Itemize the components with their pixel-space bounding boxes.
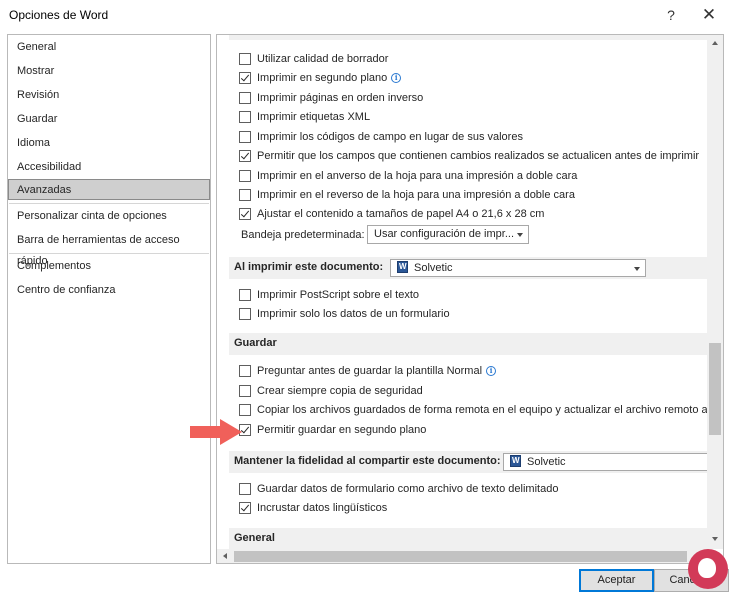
checkbox-label: Imprimir en el anverso de la hoja para u…: [257, 170, 578, 182]
scroll-up-icon[interactable]: [707, 35, 723, 51]
vertical-scrollbar[interactable]: [707, 35, 723, 549]
tray-dropdown[interactable]: Usar configuración de impr...: [367, 225, 529, 244]
section-title: General: [234, 532, 275, 544]
section-title: Al imprimir este documento:: [234, 261, 384, 273]
checkbox[interactable]: [239, 53, 251, 65]
scroll-down-icon[interactable]: [707, 531, 723, 547]
checkbox[interactable]: [239, 483, 251, 495]
checkbox-label: Incrustar datos lingüísticos: [257, 502, 388, 514]
sidebar-item-avanzadas[interactable]: Avanzadas: [8, 179, 210, 200]
sidebar-item-revision[interactable]: Revisión: [9, 85, 209, 106]
sidebar-divider: [9, 253, 209, 254]
sidebar-item-mostrar[interactable]: Mostrar: [9, 61, 209, 82]
checkbox-label: Imprimir en segundo plano i: [257, 69, 402, 87]
sidebar-item-complementos[interactable]: Complementos: [9, 256, 209, 277]
watermark-logo-icon: [688, 549, 728, 589]
info-icon: i: [391, 73, 402, 83]
tray-row: Bandeja predeterminada:: [241, 226, 365, 244]
checkbox-label: Utilizar calidad de borrador: [257, 53, 389, 65]
sidebar-item-idioma[interactable]: Idioma: [9, 133, 209, 154]
section-title: Mantener la fidelidad al compartir este …: [234, 455, 501, 467]
checkbox-label: Crear siempre copia de seguridad: [257, 385, 423, 397]
checkbox[interactable]: [239, 502, 251, 514]
scrollbar-thumb[interactable]: [709, 343, 721, 435]
chevron-down-icon: [517, 233, 523, 237]
checkbox-label: Imprimir los códigos de campo en lugar d…: [257, 131, 523, 143]
section-header-general: General: [229, 528, 709, 550]
fidelity-document-dropdown[interactable]: Solvetic: [503, 453, 709, 471]
section-header-print: [229, 35, 709, 40]
sidebar-item-general[interactable]: General: [9, 37, 209, 58]
advanced-options-pane: Utilizar calidad de borrador Imprimir en…: [216, 34, 724, 564]
horizontal-scrollbar[interactable]: [217, 549, 707, 563]
checkbox[interactable]: [239, 131, 251, 143]
checkbox[interactable]: [239, 308, 251, 320]
checkbox[interactable]: [239, 365, 251, 377]
word-document-icon: [397, 261, 408, 273]
checkbox-label: Copiar los archivos guardados de forma r…: [257, 404, 724, 416]
print-document-value: Solvetic: [414, 262, 453, 274]
window-title: Opciones de Word: [9, 8, 109, 22]
scroll-left-icon[interactable]: [217, 549, 233, 563]
checkbox-label: Guardar datos de formulario como archivo…: [257, 483, 559, 495]
sidebar-item-centro-confianza[interactable]: Centro de confianza: [9, 280, 209, 301]
sidebar-item-guardar[interactable]: Guardar: [9, 109, 209, 130]
checkbox-label: Imprimir páginas en orden inverso: [257, 92, 424, 104]
chevron-down-icon: [634, 267, 640, 271]
fidelity-document-value: Solvetic: [527, 456, 566, 468]
checkbox[interactable]: [239, 170, 251, 182]
section-title: Guardar: [234, 337, 277, 349]
checkbox-label: Permitir guardar en segundo plano: [257, 424, 427, 436]
annotation-arrow-icon: [190, 419, 242, 445]
checkbox[interactable]: [239, 72, 251, 84]
checkbox-label: Imprimir en el reverso de la hoja para u…: [257, 189, 575, 201]
checkbox-label: Imprimir etiquetas XML: [257, 111, 371, 123]
checkbox[interactable]: [239, 289, 251, 301]
print-document-dropdown[interactable]: Solvetic: [390, 259, 646, 277]
checkbox-label: Imprimir PostScript sobre el texto: [257, 289, 419, 301]
checkbox[interactable]: [239, 208, 251, 220]
checkbox[interactable]: [239, 189, 251, 201]
checkbox[interactable]: [239, 111, 251, 123]
sidebar-divider: [9, 203, 209, 204]
sidebar-item-personalizar-cinta[interactable]: Personalizar cinta de opciones: [9, 206, 209, 227]
help-button[interactable]: ?: [660, 5, 682, 25]
sidebar-item-barra-acceso-rapido[interactable]: Barra de herramientas de acceso rápido: [9, 230, 209, 267]
options-sidebar: General Mostrar Revisión Guardar Idioma …: [7, 34, 211, 564]
checkbox[interactable]: [239, 150, 251, 162]
word-document-icon: [510, 455, 521, 467]
checkbox-label: Permitir que los campos que contienen ca…: [257, 150, 700, 162]
checkbox-label: Imprimir solo los datos de un formulario: [257, 308, 450, 320]
sidebar-item-accesibilidad[interactable]: Accesibilidad: [9, 157, 209, 178]
tray-dropdown-value: Usar configuración de impr...: [374, 228, 515, 240]
scrollbar-thumb[interactable]: [234, 551, 687, 562]
checkbox-label: Preguntar antes de guardar la plantilla …: [257, 362, 497, 380]
checkbox[interactable]: [239, 404, 251, 416]
checkbox-label: Ajustar el contenido a tamaños de papel …: [257, 208, 545, 220]
accept-button[interactable]: Aceptar: [579, 569, 654, 592]
tray-label: Bandeja predeterminada:: [241, 229, 365, 241]
section-header-save: Guardar: [229, 333, 709, 355]
title-bar: Opciones de Word ? ✕: [0, 0, 730, 30]
info-icon: i: [486, 366, 497, 376]
checkbox[interactable]: [239, 385, 251, 397]
checkbox[interactable]: [239, 92, 251, 104]
close-button[interactable]: ✕: [695, 4, 723, 26]
